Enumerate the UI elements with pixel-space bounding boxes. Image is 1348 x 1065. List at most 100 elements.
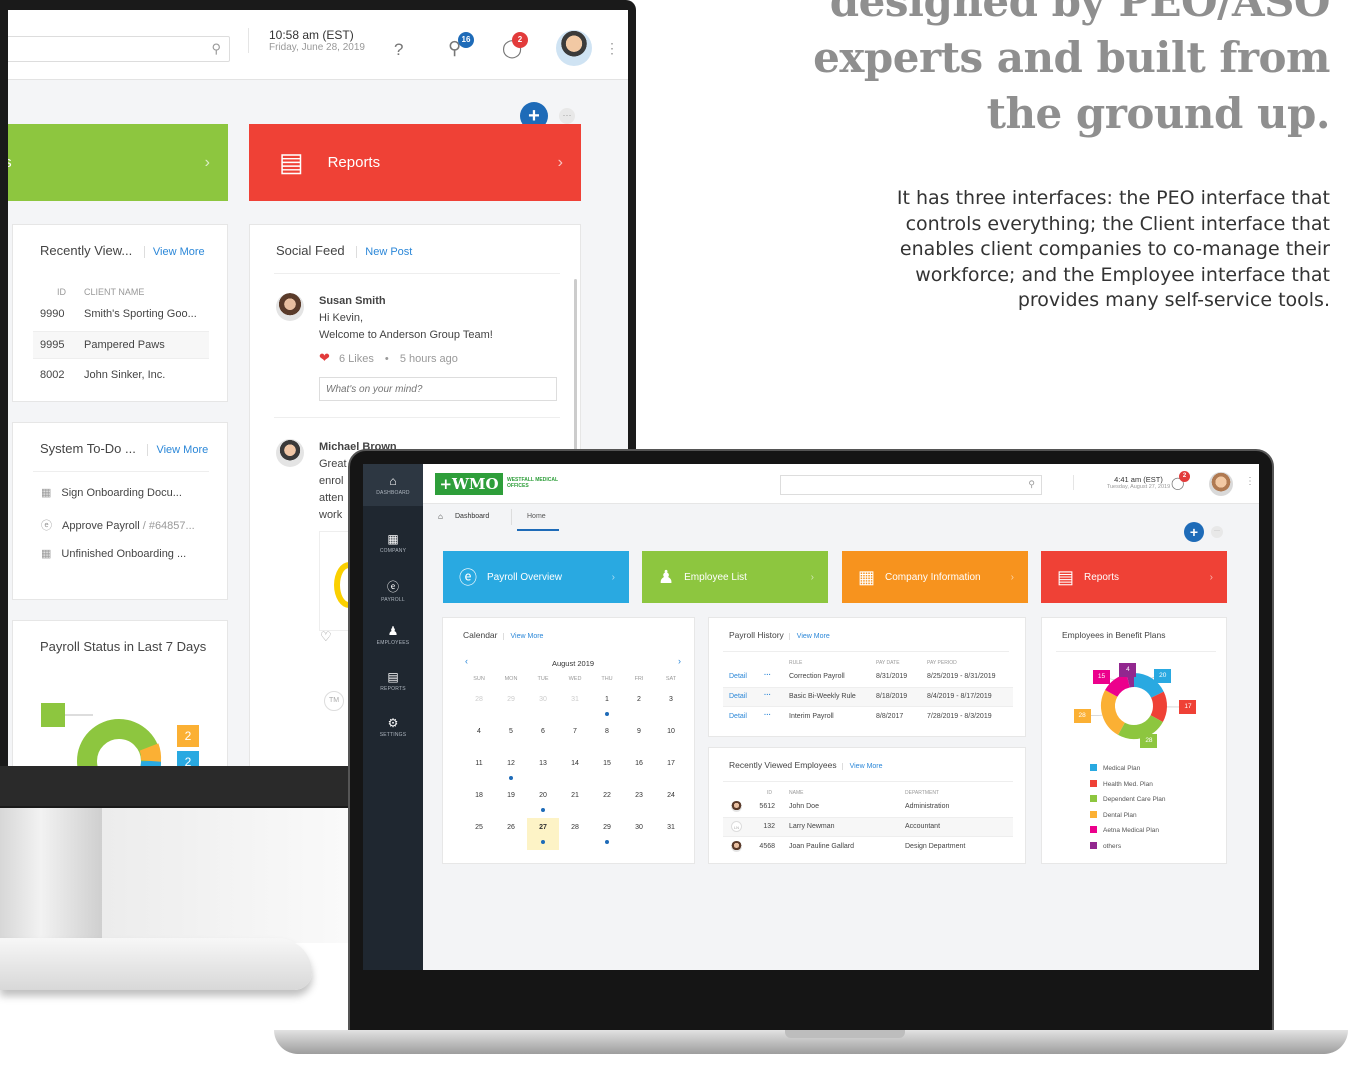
calendar-day[interactable]: 2 (623, 690, 655, 722)
table-row[interactable]: 9990 Smith's Sporting Goo... (40, 308, 210, 320)
monitor-search-input[interactable]: ⚲ (8, 36, 230, 62)
calendar-day[interactable]: 28 (463, 690, 495, 722)
post-author[interactable]: Susan Smith (319, 295, 386, 307)
row-name[interactable]: Larry Newman (789, 823, 835, 830)
kebab-menu-icon[interactable]: ⋮ (605, 40, 619, 57)
row-name[interactable]: John Doe (789, 803, 819, 810)
view-more-link[interactable]: View More (788, 633, 830, 640)
kebab-menu-icon[interactable]: ⋮ (1245, 476, 1255, 487)
detail-link[interactable]: Detail (729, 673, 747, 680)
heart-icon[interactable]: ❤ (319, 350, 330, 365)
calendar-day[interactable]: 15 (591, 754, 623, 786)
new-post-link[interactable]: New Post (356, 246, 413, 258)
breadcrumb-root[interactable]: Dashboard (455, 513, 489, 520)
calendar-day[interactable]: 9 (623, 722, 655, 754)
table-row[interactable]: 8002 John Sinker, Inc. (40, 369, 210, 381)
calendar-day[interactable]: 18 (463, 786, 495, 818)
row-more-button[interactable]: ··· (764, 692, 771, 699)
calendar-day[interactable]: 22 (591, 786, 623, 818)
tile-company-information[interactable]: ▦ Company Information › (842, 551, 1028, 603)
detail-link[interactable]: Detail (729, 693, 747, 700)
brand-logo[interactable]: +WMO (435, 473, 503, 495)
avatar[interactable] (276, 439, 304, 467)
sidebar-item-employees[interactable]: ♟ EMPLOYEES (363, 624, 423, 646)
sidebar-item-company[interactable]: ▦ COMPANY (363, 532, 423, 554)
table-row[interactable]: 9995 Pampered Paws (33, 331, 209, 359)
calendar-day[interactable]: 11 (463, 754, 495, 786)
avatar[interactable]: TM (324, 691, 344, 711)
calendar-day[interactable]: 26 (495, 818, 527, 850)
tile-reports[interactable]: ▤ Reports › (249, 124, 581, 201)
sidebar-item-payroll[interactable]: ⓔ PAYROLL (363, 578, 423, 603)
calendar-day[interactable]: 17 (655, 754, 687, 786)
avatar[interactable] (731, 841, 742, 852)
chevron-left-icon[interactable]: ‹ (465, 656, 468, 666)
avatar[interactable] (276, 293, 304, 321)
calendar-day[interactable]: 7 (559, 722, 591, 754)
tile-employee-list[interactable]: ♟ Employee List › (642, 551, 828, 603)
calendar-day[interactable]: 16 (623, 754, 655, 786)
avatar[interactable] (731, 801, 742, 812)
tile-partial[interactable]: ts › (8, 124, 228, 201)
row-more-button[interactable]: ··· (764, 712, 771, 719)
calendar-day[interactable]: 10 (655, 722, 687, 754)
legend-item[interactable]: Medical Plan (1090, 764, 1140, 772)
legend-item[interactable]: Aetna Medical Plan (1090, 826, 1159, 834)
calendar-day[interactable]: 31 (559, 690, 591, 722)
list-item[interactable]: ▦ Unfinished Onboarding ... (41, 547, 186, 560)
row-more-button[interactable]: ··· (764, 672, 771, 679)
list-item[interactable]: ⓔ Approve Payroll / #64857... (41, 517, 195, 533)
calendar-day[interactable]: 23 (623, 786, 655, 818)
add-button[interactable]: + (1184, 522, 1204, 542)
calendar-day[interactable]: 30 (527, 690, 559, 722)
scrollbar[interactable] (574, 279, 577, 459)
help-icon[interactable]: ? (394, 40, 403, 60)
comment-input[interactable] (319, 377, 557, 401)
user-avatar[interactable] (1209, 472, 1233, 496)
calendar-day[interactable]: 28 (559, 818, 591, 850)
view-more-link[interactable]: View More (502, 633, 544, 640)
sidebar-item-reports[interactable]: ▤ REPORTS (363, 670, 423, 692)
calendar-day[interactable]: 20 (527, 786, 559, 818)
calendar-day[interactable]: 30 (623, 818, 655, 850)
legend-item[interactable]: Health Med. Plan (1090, 779, 1153, 788)
calendar-day[interactable]: 19 (495, 786, 527, 818)
more-options-button[interactable]: ··· (559, 108, 575, 124)
more-options-button[interactable]: ··· (1211, 526, 1223, 538)
search-input[interactable]: ⚲ (780, 475, 1042, 495)
calendar-day[interactable]: 21 (559, 786, 591, 818)
row-name[interactable]: Joan Pauline Gallard (789, 843, 854, 850)
calendar-day[interactable]: 13 (527, 754, 559, 786)
calendar-day[interactable]: 29 (495, 690, 527, 722)
legend-item[interactable]: Dental Plan (1090, 810, 1137, 819)
heart-outline-icon[interactable]: ♡ (320, 629, 332, 645)
detail-link[interactable]: Detail (729, 713, 747, 720)
calendar-day[interactable]: 5 (495, 722, 527, 754)
calendar-day[interactable]: 3 (655, 690, 687, 722)
calendar-day[interactable]: 31 (655, 818, 687, 850)
calendar-day[interactable]: 24 (655, 786, 687, 818)
view-more-link[interactable]: View More (841, 763, 883, 770)
view-more-link[interactable]: View More (143, 246, 205, 258)
calendar-day[interactable]: 25 (463, 818, 495, 850)
view-more-link[interactable]: View More (147, 444, 209, 456)
avatar[interactable]: LN (731, 821, 742, 832)
tab-home[interactable]: Home (527, 513, 546, 520)
donut-slice[interactable] (1105, 673, 1131, 698)
calendar-day[interactable]: 1 (591, 690, 623, 722)
calendar-day[interactable]: 6 (527, 722, 559, 754)
sidebar-item-settings[interactable]: ⚙ SETTINGS (363, 716, 423, 738)
sidebar-item-dashboard[interactable]: ⌂ DASHBOARD (363, 464, 423, 506)
calendar-day[interactable]: 29 (591, 818, 623, 850)
tile-payroll-overview[interactable]: ⓔ Payroll Overview › (443, 551, 629, 603)
donut-slice[interactable] (1101, 690, 1126, 735)
donut-slice[interactable] (1118, 714, 1163, 739)
list-item[interactable]: ▦ Sign Onboarding Docu... (41, 486, 182, 499)
user-avatar[interactable] (556, 30, 592, 66)
tile-reports[interactable]: ▤ Reports › (1041, 551, 1227, 603)
chevron-right-icon[interactable]: › (678, 656, 681, 666)
legend-item[interactable]: others (1090, 841, 1121, 850)
calendar-day[interactable]: 12 (495, 754, 527, 786)
calendar-day[interactable]: 8 (591, 722, 623, 754)
donut-slice[interactable] (1126, 673, 1135, 688)
